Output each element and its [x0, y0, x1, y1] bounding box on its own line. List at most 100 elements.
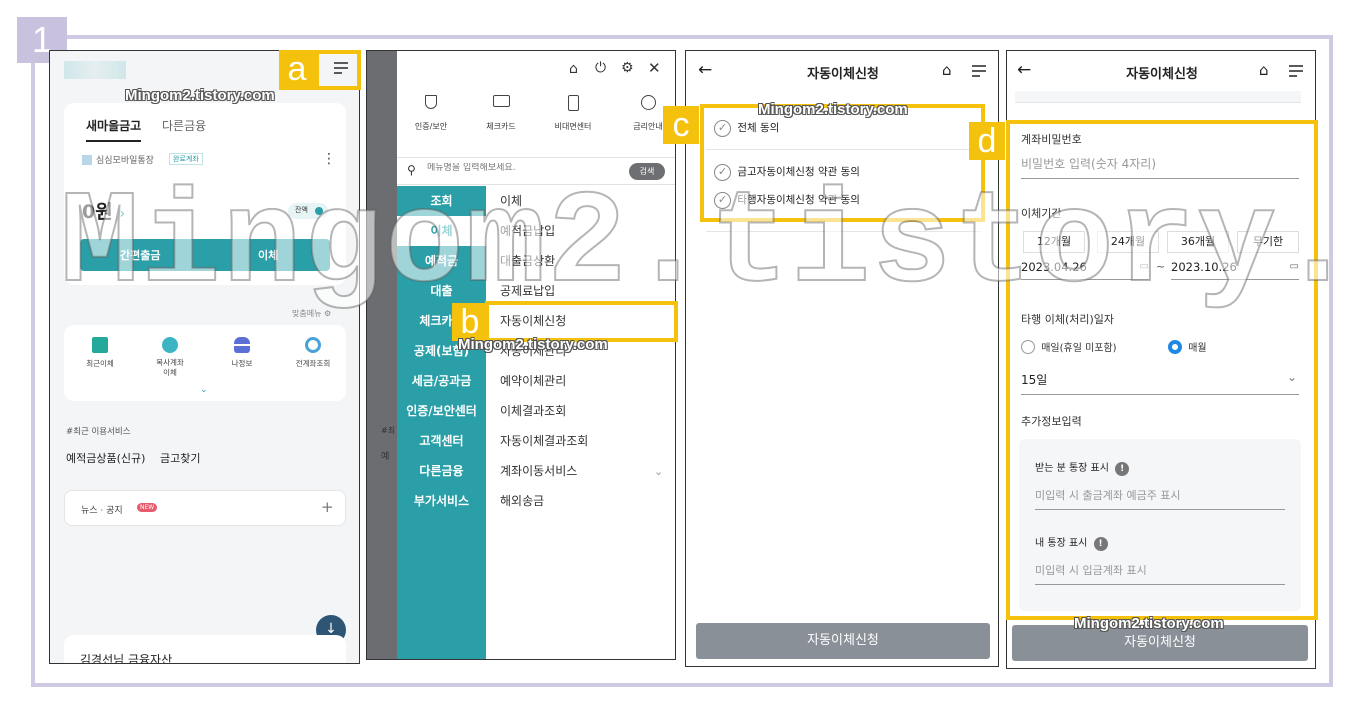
submit-auto-transfer-button[interactable]: 자동이체신청 — [696, 623, 990, 659]
page-title: 자동이체신청 — [807, 67, 879, 82]
chevron-right-icon: › — [119, 206, 126, 222]
highlight-box-a — [315, 50, 361, 90]
profile-icon — [234, 337, 250, 353]
menu-search: ⚲ 검색 — [397, 157, 675, 185]
category-item[interactable]: 예적금 — [397, 246, 486, 276]
category-item[interactable]: 세금/공과금 — [397, 366, 486, 396]
submenu-list: 이체 예적금납입 대출금상환 공제료납입 자동이체신청 자동이체관리 예약이체관리 이체결과조… — [486, 186, 675, 526]
screen-full-menu: #최 예 ⌂ ⏻ ⚙ ✕ 인증/보안 체크카드 비대면센터 금리안내 ⚲ 검색 … — [366, 50, 676, 660]
shortcut-label: 비대면센터 — [554, 122, 592, 131]
menu-panel: ⌂ ⏻ ⚙ ✕ 인증/보안 체크카드 비대면센터 금리안내 ⚲ 검색 조회이체예… — [397, 51, 675, 659]
quick-item-all-accounts[interactable]: 전계좌조회 — [288, 337, 338, 369]
watermark: Mingom2.tistory.com — [458, 336, 608, 353]
watermark: Mingom2.tistory.com — [1074, 615, 1224, 632]
background-dim: #최 예 — [367, 51, 397, 659]
highlight-box-d — [1006, 120, 1318, 620]
custom-menu-label: 맞춤메뉴 — [292, 309, 322, 318]
category-item[interactable]: 다른금융 — [397, 456, 486, 486]
transfer-button[interactable]: 이체 — [258, 247, 278, 263]
marker-label-a: a — [279, 50, 315, 90]
category-list: 조회 이체 예적금 대출 체크카드 공제(보험) 세금/공과금 인증/보안센터 고객센터 다른금융… — [397, 186, 486, 659]
recent-link-branch[interactable]: 금고찾기 — [160, 450, 200, 466]
phone-icon — [567, 95, 579, 111]
quick-shortcut-checkcard[interactable]: 체크카드 — [475, 95, 527, 132]
quick-item-label: 복사계좌 이체 — [156, 358, 184, 377]
search-button[interactable]: 검색 — [629, 163, 665, 180]
watermark: Mingom2.tistory.com — [125, 87, 275, 104]
shortcut-label: 인증/보안 — [414, 122, 448, 131]
balance-toggle[interactable]: 잔액 — [288, 203, 328, 219]
more-icon[interactable]: ⋮ — [322, 151, 336, 167]
submenu-item[interactable]: 예적금납입 — [486, 216, 675, 246]
page-title: 자동이체신청 — [1126, 67, 1198, 82]
top-card-edge — [1015, 91, 1301, 103]
gear-icon[interactable]: ⚙ — [621, 60, 634, 76]
tab-other-finance[interactable]: 다른금융 — [162, 117, 206, 134]
marker-label-c: c — [663, 106, 699, 144]
recent-transfer-icon — [92, 337, 108, 353]
category-item[interactable]: 부가서비스 — [397, 486, 486, 516]
agree-divider — [706, 231, 982, 232]
copy-account-icon — [162, 337, 178, 353]
expand-chevron-icon[interactable]: ⌄ — [200, 385, 208, 395]
new-badge: NEW — [137, 503, 158, 512]
home-icon[interactable]: ⌂ — [569, 61, 578, 77]
bg-partial-text: #최 — [381, 426, 396, 435]
recent-heading: #최근 이용서비스 — [66, 427, 131, 437]
power-icon[interactable]: ⏻ — [595, 60, 606, 76]
shield-icon — [425, 95, 437, 109]
watermark: Mingom2.tistory.com — [758, 101, 908, 118]
toggle-label: 잔액 — [295, 206, 308, 214]
hamburger-icon[interactable] — [971, 63, 987, 82]
bg-partial-text: 예 — [381, 452, 390, 462]
account-color-chip — [82, 155, 92, 165]
submenu-item[interactable]: 예약이체관리 — [486, 366, 675, 396]
quick-shortcut-nonface[interactable]: 비대면센터 — [543, 95, 603, 132]
action-bar: 간편출금 이체 — [80, 239, 330, 271]
card-icon — [492, 95, 510, 107]
toggle-knob — [315, 207, 323, 215]
submenu-item[interactable]: 이체결과조회 — [486, 396, 675, 426]
category-item[interactable]: 인증/보안센터 — [397, 396, 486, 426]
recent-link-deposit[interactable]: 예적금상품(신규) — [66, 450, 145, 466]
quick-item-label: 나정보 — [231, 359, 253, 368]
shortcut-label: 체크카드 — [486, 122, 516, 131]
plus-icon[interactable]: + — [321, 498, 334, 516]
account-name: 심심모바일통장 — [96, 156, 154, 166]
account-card: 새마을금고 다른금융 심심모바일통장 완료계좌 ⋮ 0원 › 잔액 간편출금 이… — [64, 103, 346, 285]
quick-shortcut-auth[interactable]: 인증/보안 — [405, 95, 457, 132]
submenu-item[interactable]: 해외송금 — [486, 486, 675, 516]
category-item[interactable]: 고객센터 — [397, 426, 486, 456]
home-icon[interactable]: ⌂ — [942, 61, 952, 79]
category-item[interactable]: 조회 — [397, 186, 486, 216]
gear-icon: ⚙ — [324, 309, 332, 318]
custom-menu-link[interactable]: 맞춤메뉴 ⚙ — [292, 308, 331, 319]
quick-withdraw-button[interactable]: 간편출금 — [120, 247, 160, 263]
news-card[interactable]: 뉴스 · 공지 NEW + — [64, 490, 346, 526]
rate-icon — [640, 95, 656, 110]
balance-amount: 0원 — [82, 201, 113, 223]
quick-item-copy[interactable]: 복사계좌 이체 — [148, 337, 192, 378]
tab-saemaeul[interactable]: 새마을금고 — [86, 117, 142, 142]
category-item[interactable]: 대출 — [397, 276, 486, 306]
quick-item-label: 전계좌조회 — [295, 359, 331, 368]
search-icon: ⚲ — [407, 163, 416, 177]
highlight-box-c — [700, 104, 985, 222]
chevron-down-icon[interactable]: ⌄ — [654, 465, 663, 478]
quick-item-label: 최근이체 — [86, 359, 114, 368]
close-icon[interactable]: ✕ — [648, 59, 661, 77]
hamburger-icon[interactable] — [1288, 63, 1304, 82]
submenu-item[interactable]: 대출금상환 — [486, 246, 675, 276]
quick-item-profile[interactable]: 나정보 — [220, 337, 264, 369]
assets-heading: 김경선님 금융자산 — [80, 653, 173, 664]
home-icon[interactable]: ⌂ — [1259, 61, 1269, 79]
quick-item-recent[interactable]: 최근이체 — [78, 337, 122, 369]
menu-search-input[interactable] — [427, 163, 617, 173]
balance[interactable]: 0원 › — [82, 197, 125, 224]
submenu-item[interactable]: 자동이체결과조회 — [486, 426, 675, 456]
assets-card: 김경선님 금융자산 — [64, 635, 346, 664]
submenu-item[interactable]: 이체 — [486, 186, 675, 216]
submenu-item[interactable]: 계좌이동서비스 — [486, 456, 675, 486]
all-accounts-icon — [305, 337, 321, 353]
category-item[interactable]: 이체 — [397, 216, 486, 246]
